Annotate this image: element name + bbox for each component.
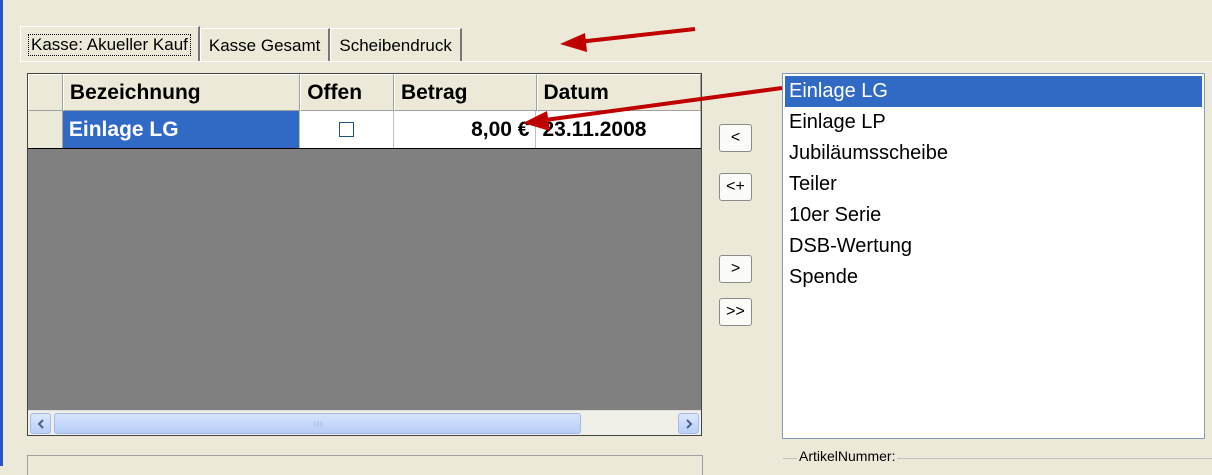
annotation-arrows [523, 27, 783, 131]
arrow-to-scheibendruck-tab [560, 27, 696, 52]
arrow-list-to-grid [523, 86, 783, 131]
